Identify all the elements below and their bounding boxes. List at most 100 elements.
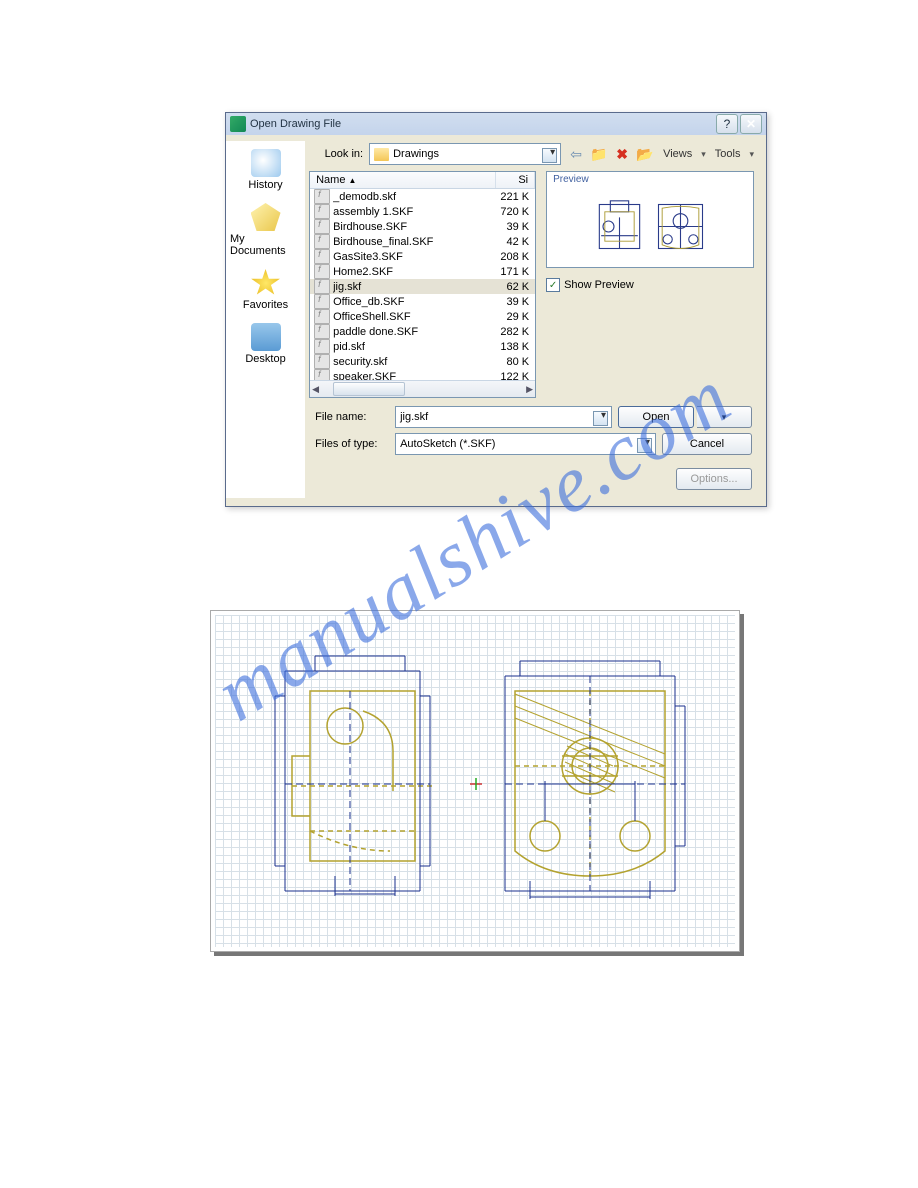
file-name: assembly 1.SKF: [333, 206, 500, 218]
file-row[interactable]: paddle done.SKF282 K: [310, 324, 535, 339]
file-icon: [314, 309, 330, 324]
file-row[interactable]: pid.skf138 K: [310, 339, 535, 354]
file-size: 171 K: [500, 266, 531, 278]
drawing-canvas: [215, 615, 735, 947]
list-body[interactable]: _demodb.skf221 Kassembly 1.SKF720 KBirdh…: [310, 189, 535, 380]
help-button[interactable]: ?: [716, 114, 738, 134]
file-name: Birdhouse_final.SKF: [333, 236, 503, 248]
open-dropdown[interactable]: ▾: [697, 406, 752, 428]
options-button[interactable]: Options...: [676, 468, 752, 490]
filename-label: File name:: [305, 411, 389, 423]
file-name: GasSite3.SKF: [333, 251, 500, 263]
file-name: pid.skf: [333, 341, 500, 353]
open-button[interactable]: Open: [618, 406, 694, 428]
col-name[interactable]: Name ▲: [310, 172, 496, 188]
file-row[interactable]: speaker.SKF122 K: [310, 369, 535, 380]
file-list[interactable]: Name ▲ Si _demodb.skf221 Kassembly 1.SKF…: [309, 171, 536, 398]
preview-panel: Preview: [546, 171, 754, 398]
file-size: 221 K: [500, 191, 531, 203]
file-size: 208 K: [500, 251, 531, 263]
file-icon: [314, 249, 330, 264]
lookin-value: Drawings: [393, 148, 439, 160]
file-icon: [314, 324, 330, 339]
scroll-thumb[interactable]: [333, 382, 405, 396]
file-name: security.skf: [333, 356, 503, 368]
file-icon: [314, 294, 330, 309]
scroll-right-icon[interactable]: ▶: [526, 384, 533, 395]
scroll-left-icon[interactable]: ◀: [312, 384, 319, 395]
file-icon: [314, 219, 330, 234]
file-name: Birdhouse.SKF: [333, 221, 503, 233]
file-row[interactable]: Birdhouse.SKF39 K: [310, 219, 535, 234]
sidebar-item-favorites[interactable]: Favorites: [239, 265, 292, 315]
file-icon: [314, 339, 330, 354]
hscrollbar[interactable]: ◀ ▶: [310, 380, 535, 397]
file-size: 42 K: [503, 236, 531, 248]
file-name: OfficeShell.SKF: [333, 311, 503, 323]
file-size: 720 K: [500, 206, 531, 218]
new-folder-icon[interactable]: 📂: [636, 145, 654, 163]
show-preview-checkbox[interactable]: ✓: [546, 278, 560, 292]
cancel-button[interactable]: Cancel: [662, 433, 752, 455]
lookin-row: Look in: Drawings ⇦ 📁 ✖ 📂 Views ▾ Tools …: [305, 141, 758, 171]
file-size: 122 K: [500, 371, 531, 381]
file-name: Home2.SKF: [333, 266, 500, 278]
file-name: _demodb.skf: [333, 191, 500, 203]
file-size: 138 K: [500, 341, 531, 353]
file-row[interactable]: security.skf80 K: [310, 354, 535, 369]
preview-thumbnail: [547, 185, 753, 267]
sidebar-item-history[interactable]: History: [244, 145, 286, 195]
close-button[interactable]: ✕: [740, 114, 762, 134]
file-icon: [314, 354, 330, 369]
up-folder-icon[interactable]: 📁: [590, 145, 608, 163]
file-row[interactable]: _demodb.skf221 K: [310, 189, 535, 204]
file-row[interactable]: jig.skf62 K: [310, 279, 535, 294]
file-row[interactable]: Office_db.SKF39 K: [310, 294, 535, 309]
file-row[interactable]: OfficeShell.SKF29 K: [310, 309, 535, 324]
file-icon: [314, 234, 330, 249]
filetype-label: Files of type:: [305, 438, 389, 450]
toolbar: ⇦ 📁 ✖ 📂 Views ▾ Tools ▾: [567, 145, 754, 163]
views-menu[interactable]: Views: [659, 148, 696, 160]
show-preview-row[interactable]: ✓ Show Preview: [546, 278, 754, 292]
back-icon[interactable]: ⇦: [567, 145, 585, 163]
col-size[interactable]: Si: [496, 172, 535, 188]
file-name: jig.skf: [333, 281, 503, 293]
titlebar[interactable]: Open Drawing File ? ✕: [226, 113, 766, 135]
file-size: 62 K: [503, 281, 531, 293]
documents-icon: [251, 203, 281, 231]
file-size: 39 K: [503, 221, 531, 233]
file-size: 80 K: [503, 356, 531, 368]
tools-menu[interactable]: Tools: [711, 148, 745, 160]
file-row[interactable]: assembly 1.SKF720 K: [310, 204, 535, 219]
file-icon: [314, 279, 330, 294]
file-row[interactable]: Birdhouse_final.SKF42 K: [310, 234, 535, 249]
list-header[interactable]: Name ▲ Si: [310, 172, 535, 189]
sidebar-item-desktop[interactable]: Desktop: [241, 319, 289, 369]
file-icon: [314, 264, 330, 279]
sidebar-item-documents[interactable]: My Documents: [226, 199, 305, 261]
filename-input[interactable]: jig.skf: [395, 406, 612, 428]
file-name: speaker.SKF: [333, 371, 500, 381]
file-name: Office_db.SKF: [333, 296, 503, 308]
file-row[interactable]: Home2.SKF171 K: [310, 264, 535, 279]
file-size: 282 K: [500, 326, 531, 338]
file-icon: [314, 369, 330, 380]
tools-caret-icon: ▾: [749, 149, 754, 160]
delete-icon[interactable]: ✖: [613, 145, 631, 163]
preview-label: Preview: [547, 172, 753, 185]
filetype-combo[interactable]: AutoSketch (*.SKF): [395, 433, 656, 455]
drawing-svg: [215, 615, 735, 947]
preview-box: Preview: [546, 171, 754, 268]
favorites-icon: [251, 269, 281, 297]
lookin-combo[interactable]: Drawings: [369, 143, 561, 165]
sidebar-item-label: My Documents: [230, 233, 301, 257]
sidebar-item-label: History: [248, 179, 282, 191]
folder-icon: [374, 148, 389, 161]
open-file-dialog: Open Drawing File ? ✕ History My Documen…: [225, 112, 767, 507]
sidebar-item-label: Favorites: [243, 299, 288, 311]
file-icon: [314, 189, 330, 204]
lookin-label: Look in:: [309, 148, 363, 160]
file-row[interactable]: GasSite3.SKF208 K: [310, 249, 535, 264]
app-icon: [230, 116, 246, 132]
